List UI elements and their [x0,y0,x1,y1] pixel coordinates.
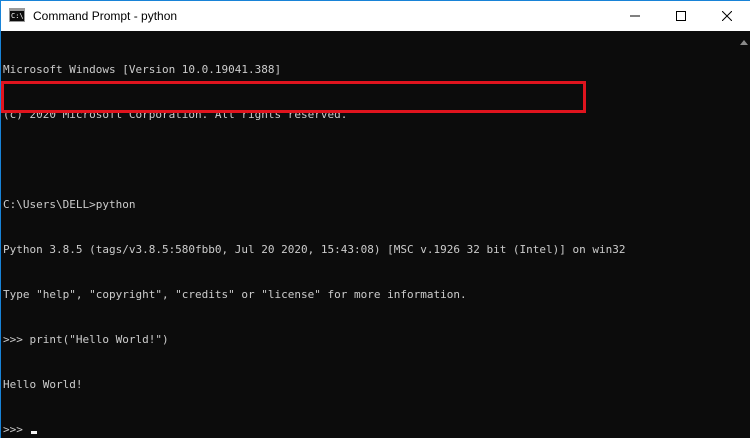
minimize-icon [630,15,640,17]
window-title: Command Prompt - python [33,9,178,23]
prompt-text: >>> [3,423,30,436]
console-icon[interactable]: C:\ [9,8,25,22]
console-line: >>> print("Hello World!") [3,333,169,346]
minimize-button[interactable] [612,1,658,31]
window-controls [612,1,750,31]
close-button[interactable] [704,1,750,31]
close-icon [722,11,732,21]
command-prompt-window: C:\ Command Prompt - python Microsoft Wi… [0,0,750,438]
console-output[interactable]: Microsoft Windows [Version 10.0.19041.38… [1,31,738,438]
prompt-line[interactable]: >>> [3,422,738,437]
console-line: Hello World! [3,378,83,391]
maximize-button[interactable] [658,1,704,31]
chevron-up-icon [740,40,748,45]
maximize-icon [676,11,686,21]
title-bar[interactable]: C:\ Command Prompt - python [1,1,750,31]
console-line: Type "help", "copyright", "credits" or "… [3,288,467,301]
console-line: C:\Users\DELL>python [3,198,136,211]
scrollbar[interactable] [738,31,750,438]
scroll-up-button[interactable] [738,37,750,47]
console-line: Python 3.8.5 (tags/v3.8.5:580fbb0, Jul 2… [3,243,626,256]
console-line: (c) 2020 Microsoft Corporation. All righ… [3,108,348,121]
console-line: Microsoft Windows [Version 10.0.19041.38… [3,63,282,76]
text-cursor [30,431,37,434]
